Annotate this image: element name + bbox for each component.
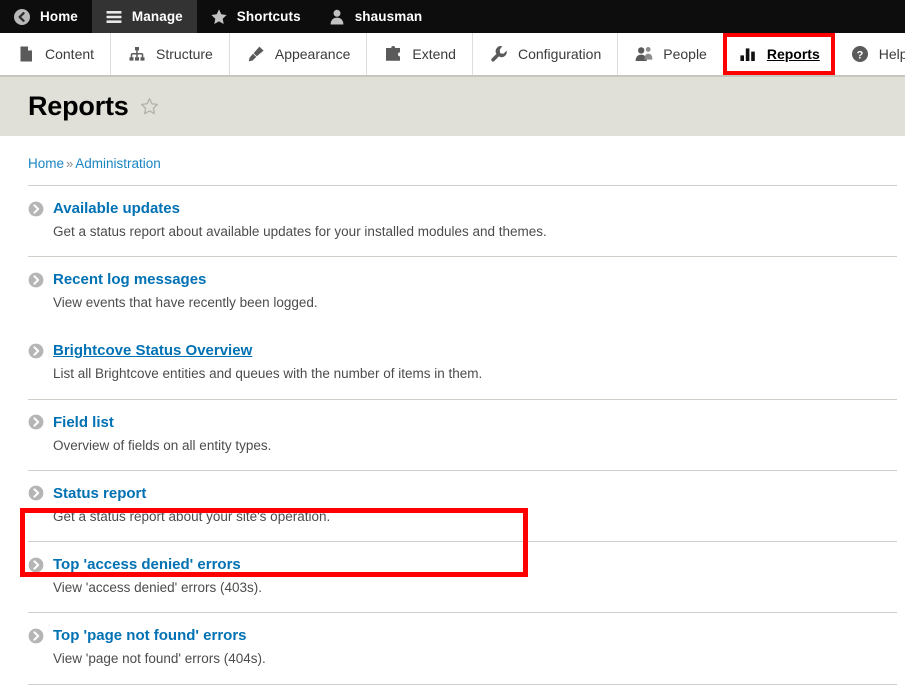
reports-list: Available updates Get a status report ab…: [0, 185, 905, 684]
toolbar-item-label: shausman: [355, 9, 423, 24]
breadcrumb-link-administration[interactable]: Administration: [75, 156, 161, 171]
page-title: Reports: [28, 91, 129, 122]
reports-list-wrapper: Available updates Get a status report ab…: [0, 185, 905, 685]
toolbar-item-label: Home: [40, 9, 78, 24]
chevron-right-circle-icon: [28, 414, 44, 430]
toolbar-item-manage[interactable]: Manage: [92, 0, 197, 33]
menu-item-label: Extend: [412, 46, 456, 62]
user-icon: [328, 8, 346, 26]
report-link-status-report[interactable]: Status report: [53, 485, 146, 502]
breadcrumb-link-home[interactable]: Home: [28, 156, 64, 171]
back-circle-icon: [13, 8, 31, 26]
list-item: Field list Overview of fields on all ent…: [28, 399, 897, 470]
list-item: Recent log messages View events that hav…: [28, 256, 897, 327]
paintbrush-icon: [246, 44, 266, 64]
report-description: Get a status report about your site's op…: [53, 508, 897, 526]
breadcrumb-separator: »: [64, 156, 75, 171]
admin-menu-bar: Content Structure Appearance: [0, 33, 905, 77]
report-description: View events that have recently been logg…: [53, 294, 897, 312]
people-icon: [634, 44, 654, 64]
bar-chart-icon: [738, 44, 758, 64]
menu-item-label: Help: [879, 46, 905, 62]
favorite-star-icon[interactable]: [140, 97, 159, 116]
menu-item-people[interactable]: People: [618, 33, 724, 75]
toolbar-item-label: Shortcuts: [237, 9, 301, 24]
report-link-recent-log-messages[interactable]: Recent log messages: [53, 271, 206, 288]
report-description: Overview of fields on all entity types.: [53, 437, 897, 455]
sitemap-icon: [127, 44, 147, 64]
menu-item-configuration[interactable]: Configuration: [473, 33, 618, 75]
chevron-right-circle-icon: [28, 628, 44, 644]
toolbar-item-user-account[interactable]: shausman: [315, 0, 437, 33]
menu-item-label: People: [663, 46, 707, 62]
menu-item-structure[interactable]: Structure: [111, 33, 230, 75]
breadcrumb: Home»Administration: [0, 136, 905, 171]
question-circle-icon: ?: [850, 44, 870, 64]
report-description: List all Brightcove entities and queues …: [53, 365, 897, 383]
menu-item-content[interactable]: Content: [0, 33, 111, 75]
chevron-right-circle-icon: [28, 557, 44, 573]
page-header: Reports: [0, 77, 905, 136]
toolbar-item-home[interactable]: Home: [0, 0, 92, 33]
page-icon: [16, 44, 36, 64]
report-description: Get a status report about available upda…: [53, 223, 897, 241]
report-description: View 'access denied' errors (403s).: [53, 579, 897, 597]
report-link-brightcove-status-overview[interactable]: Brightcove Status Overview: [53, 342, 252, 359]
menu-item-label: Configuration: [518, 46, 601, 62]
chevron-right-circle-icon: [28, 272, 44, 288]
menu-item-label: Content: [45, 46, 94, 62]
puzzle-icon: [383, 44, 403, 64]
menu-item-extend[interactable]: Extend: [367, 33, 473, 75]
menu-item-appearance[interactable]: Appearance: [230, 33, 368, 75]
admin-toolbar: Home Manage Shortcuts shausman: [0, 0, 905, 33]
toolbar-item-shortcuts[interactable]: Shortcuts: [197, 0, 315, 33]
list-item: Status report Get a status report about …: [28, 470, 897, 541]
menu-item-reports[interactable]: Reports: [723, 33, 835, 75]
list-bottom-divider: [28, 684, 897, 685]
list-item: Top 'page not found' errors View 'page n…: [28, 612, 897, 683]
list-item: Brightcove Status Overview List all Brig…: [28, 327, 897, 398]
chevron-right-circle-icon: [28, 343, 44, 359]
menu-item-label: Appearance: [275, 46, 351, 62]
list-item: Top 'access denied' errors View 'access …: [28, 541, 897, 612]
report-link-top-page-not-found-errors[interactable]: Top 'page not found' errors: [53, 627, 247, 644]
report-link-field-list[interactable]: Field list: [53, 414, 114, 431]
menu-item-label: Reports: [767, 46, 820, 62]
chevron-right-circle-icon: [28, 201, 44, 217]
hamburger-icon: [105, 8, 123, 26]
chevron-right-circle-icon: [28, 485, 44, 501]
menu-item-help[interactable]: ? Help: [834, 33, 905, 75]
toolbar-item-label: Manage: [132, 9, 183, 24]
report-description: View 'page not found' errors (404s).: [53, 650, 897, 668]
report-link-available-updates[interactable]: Available updates: [53, 200, 180, 217]
list-item: Available updates Get a status report ab…: [28, 185, 897, 256]
menu-item-label: Structure: [156, 46, 213, 62]
svg-text:?: ?: [856, 50, 863, 62]
star-icon: [210, 8, 228, 26]
report-link-top-access-denied-errors[interactable]: Top 'access denied' errors: [53, 556, 241, 573]
wrench-icon: [489, 44, 509, 64]
